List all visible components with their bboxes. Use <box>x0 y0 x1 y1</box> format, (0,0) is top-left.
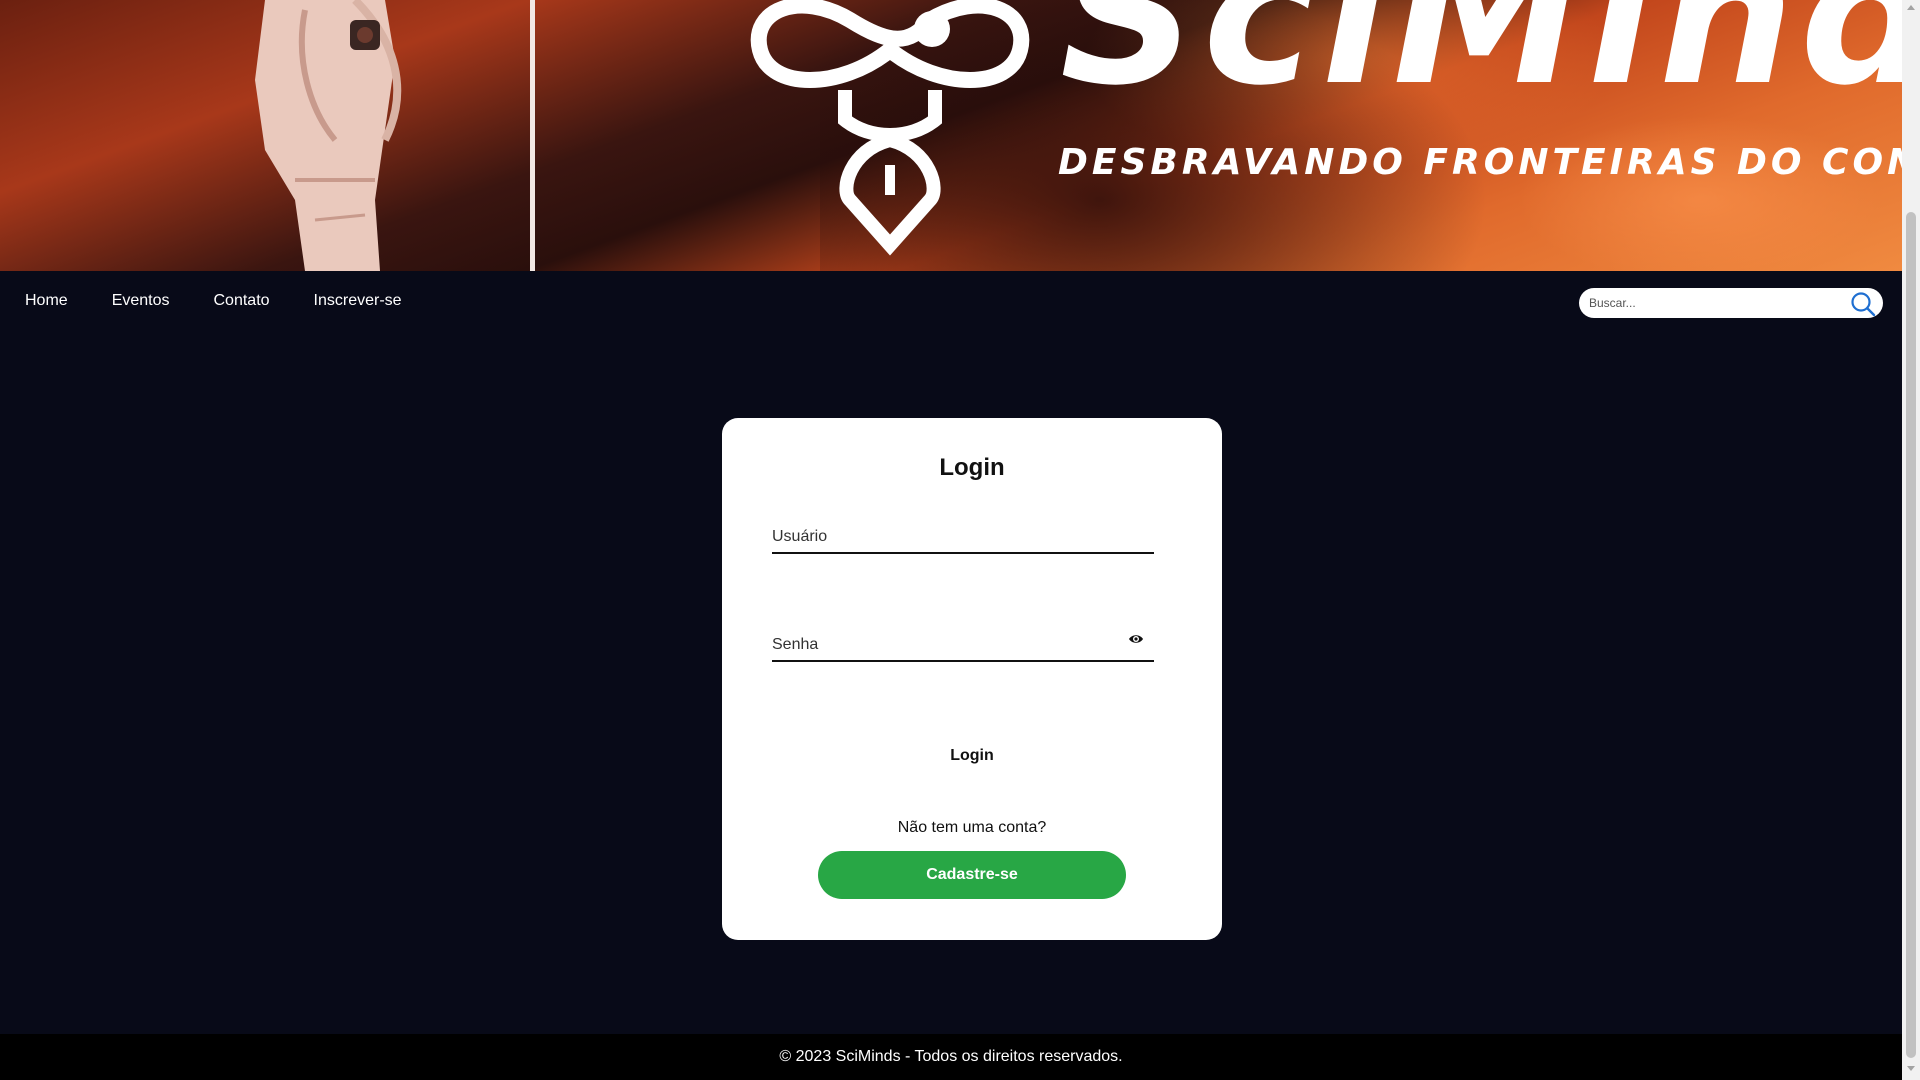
username-field <box>772 514 1154 554</box>
sciminds-logo-icon <box>750 0 1030 256</box>
nav-links: Home Eventos Contato Inscrever-se <box>0 271 446 331</box>
scroll-down-arrow-icon[interactable] <box>1907 1066 1915 1072</box>
search-box <box>1579 288 1883 318</box>
footer: © 2023 SciMinds - Todos os direitos rese… <box>0 1034 1902 1080</box>
no-account-text: Não tem uma conta? <box>897 819 1047 836</box>
search-icon[interactable] <box>1850 291 1876 322</box>
nav-contato-link[interactable]: Contato <box>214 271 270 331</box>
header-banner: SciMinds DESBRAVANDO FRONTEIRAS DO CONHE… <box>0 0 1902 271</box>
footer-copyright: © 2023 SciMinds - Todos os direitos rese… <box>779 1048 1123 1065</box>
password-input[interactable] <box>772 636 1112 654</box>
brand-tagline: DESBRAVANDO FRONTEIRAS DO CONHECIMENTO <box>1058 142 1902 183</box>
login-card: Login Login Não tem uma conta? Cadastre-… <box>722 418 1222 940</box>
login-button[interactable]: Login <box>852 738 1092 774</box>
flag-pole <box>530 0 535 271</box>
nav-eventos-link[interactable]: Eventos <box>112 271 170 331</box>
scrollbar-thumb[interactable] <box>1906 212 1916 1058</box>
password-field <box>772 622 1154 662</box>
search-input[interactable] <box>1589 296 1839 310</box>
nav-home-link[interactable]: Home <box>25 271 68 331</box>
scroll-up-arrow-icon[interactable] <box>1907 4 1915 10</box>
main-navbar: Home Eventos Contato Inscrever-se <box>0 271 1902 331</box>
username-input[interactable] <box>772 528 1112 546</box>
page-scrollbar[interactable] <box>1902 0 1920 1080</box>
brand-name: SciMinds <box>1060 0 1902 127</box>
signup-button[interactable]: Cadastre-se <box>818 851 1126 899</box>
nav-inscrever-link[interactable]: Inscrever-se <box>314 271 402 331</box>
login-title: Login <box>939 454 1005 481</box>
eye-icon[interactable] <box>1128 632 1144 650</box>
astronaut-illustration <box>255 0 402 271</box>
